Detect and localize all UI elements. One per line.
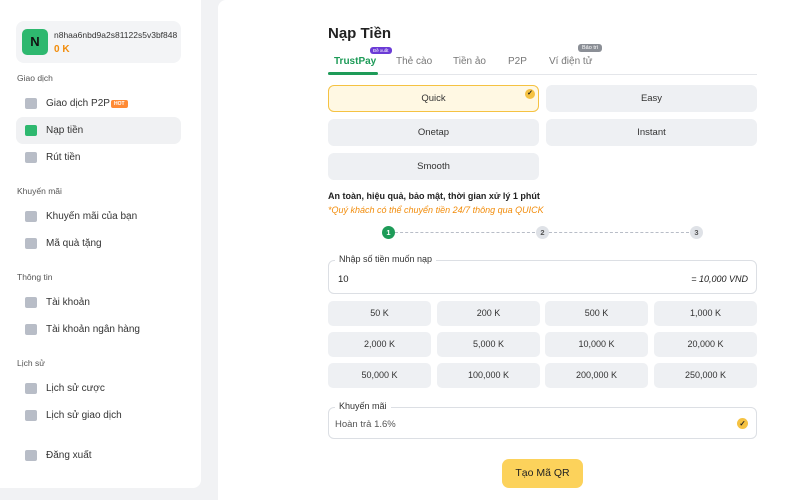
tabs-divider bbox=[328, 74, 757, 75]
sidebar-item-bank-account[interactable]: Tài khoản ngân hàng bbox=[16, 316, 181, 343]
page-title: Nạp Tiền bbox=[328, 25, 392, 42]
step-3: 3 bbox=[690, 226, 703, 239]
method-label: Instant bbox=[637, 127, 666, 138]
amount-input[interactable]: 10 bbox=[338, 274, 349, 285]
sidebar-item-deposit[interactable]: Nạp tiền bbox=[16, 117, 181, 144]
bet-history-icon bbox=[25, 383, 37, 394]
transaction-history-icon bbox=[25, 410, 37, 421]
amount-field[interactable]: Nhập số tiền muốn nạp 10 = 10,000 VND bbox=[328, 254, 757, 294]
promo-label: Khuyến mãi bbox=[335, 401, 391, 411]
sidebar-item-label: Nạp tiền bbox=[46, 125, 84, 136]
amount-option-50k[interactable]: 50 K bbox=[328, 301, 431, 326]
check-icon: ✓ bbox=[737, 418, 748, 429]
active-tab-indicator bbox=[328, 72, 378, 75]
info-text: An toàn, hiệu quả, bảo mật, thời gian xử… bbox=[328, 191, 540, 201]
section-title-transactions: Giao dịch bbox=[17, 73, 53, 83]
amount-option-200000k[interactable]: 200,000 K bbox=[545, 363, 648, 388]
user-card[interactable]: N n8haa6nbd9a2s81122s5v3bf848... 0 K bbox=[16, 21, 181, 63]
sidebar-item-label: Mã quà tặng bbox=[46, 238, 102, 249]
amount-converted: = 10,000 VND bbox=[691, 274, 748, 284]
sidebar: N n8haa6nbd9a2s81122s5v3bf848... 0 K Gia… bbox=[0, 0, 201, 488]
method-easy[interactable]: Easy bbox=[546, 85, 757, 112]
method-label: Quick bbox=[421, 93, 446, 104]
amount-option-10000k[interactable]: 10,000 K bbox=[545, 332, 648, 357]
main-panel: Nạp Tiền TrustPay Đề xuất Thẻ cào Tiền ả… bbox=[218, 0, 800, 500]
section-title-promotions: Khuyến mãi bbox=[17, 186, 62, 196]
sidebar-item-gift-code[interactable]: Mã quà tặng bbox=[16, 230, 181, 257]
sidebar-item-label: Rút tiền bbox=[46, 152, 81, 163]
promo-value: Hoàn trả 1.6% bbox=[335, 419, 396, 430]
sidebar-item-logout[interactable]: Đăng xuất bbox=[16, 442, 181, 469]
method-smooth[interactable]: Smooth bbox=[328, 153, 539, 180]
tab-scratch-card[interactable]: Thẻ cào bbox=[396, 56, 432, 67]
amount-option-2000k[interactable]: 2,000 K bbox=[328, 332, 431, 357]
sidebar-item-label: Đăng xuất bbox=[46, 450, 92, 461]
step-2: 2 bbox=[536, 226, 549, 239]
method-instant[interactable]: Instant bbox=[546, 119, 757, 146]
bank-icon bbox=[25, 324, 37, 335]
sidebar-item-withdraw[interactable]: Rút tiền bbox=[16, 144, 181, 171]
amount-option-500k[interactable]: 500 K bbox=[545, 301, 648, 326]
wallet-icon bbox=[25, 125, 37, 136]
gift-icon bbox=[25, 238, 37, 249]
sidebar-item-account[interactable]: Tài khoản bbox=[16, 289, 181, 316]
avatar: N bbox=[22, 29, 48, 55]
sidebar-item-bet-history[interactable]: Lịch sử cược bbox=[16, 375, 181, 402]
method-onetap[interactable]: Onetap bbox=[328, 119, 539, 146]
hot-badge: HOT bbox=[111, 100, 128, 108]
amount-label: Nhập số tiền muốn nạp bbox=[335, 254, 437, 264]
step-connector bbox=[549, 232, 689, 233]
sidebar-item-label: Tài khoản bbox=[46, 297, 90, 308]
tab-trustpay[interactable]: TrustPay bbox=[334, 56, 376, 67]
withdraw-icon bbox=[25, 152, 37, 163]
amount-option-200k[interactable]: 200 K bbox=[437, 301, 540, 326]
logout-icon bbox=[25, 450, 37, 461]
step-1: 1 bbox=[382, 226, 395, 239]
step-connector bbox=[395, 232, 535, 233]
method-label: Onetap bbox=[417, 127, 450, 138]
tab-crypto[interactable]: Tiền ảo bbox=[453, 56, 486, 67]
method-label: Smooth bbox=[417, 161, 450, 172]
tab-ewallet[interactable]: Ví điện tử bbox=[549, 56, 592, 67]
sidebar-item-label: Lịch sử giao dịch bbox=[46, 410, 122, 421]
amount-option-5000k[interactable]: 5,000 K bbox=[437, 332, 540, 357]
notice-text: *Quý khách có thể chuyển tiền 24/7 thông… bbox=[328, 205, 544, 215]
sidebar-item-transaction-history[interactable]: Lịch sử giao dịch bbox=[16, 402, 181, 429]
amount-option-100000k[interactable]: 100,000 K bbox=[437, 363, 540, 388]
sidebar-item-label: Khuyến mãi của bạn bbox=[46, 211, 138, 222]
sidebar-item-p2p[interactable]: Giao dịch P2P HOT bbox=[16, 90, 181, 117]
sidebar-item-label: Giao dịch P2P bbox=[46, 98, 110, 109]
maintenance-badge: Bảo trì bbox=[578, 44, 603, 52]
section-title-history: Lịch sử bbox=[17, 358, 45, 368]
promo-icon bbox=[25, 211, 37, 222]
sidebar-item-label: Tài khoản ngân hàng bbox=[46, 324, 140, 335]
promo-field[interactable]: Khuyến mãi Hoàn trả 1.6% ✓ bbox=[328, 401, 757, 439]
sidebar-item-your-promotions[interactable]: Khuyến mãi của bạn bbox=[16, 203, 181, 230]
exchange-icon bbox=[25, 98, 37, 109]
recommended-badge: Đề xuất bbox=[370, 47, 392, 54]
method-label: Easy bbox=[640, 93, 663, 104]
amount-option-20000k[interactable]: 20,000 K bbox=[654, 332, 757, 357]
create-qr-button[interactable]: Tạo Mã QR bbox=[502, 459, 583, 488]
amount-option-50000k[interactable]: 50,000 K bbox=[328, 363, 431, 388]
check-icon: ✓ bbox=[525, 89, 535, 99]
tab-p2p[interactable]: P2P bbox=[508, 56, 527, 67]
username: n8haa6nbd9a2s81122s5v3bf848... bbox=[54, 30, 178, 40]
user-icon bbox=[25, 297, 37, 308]
method-quick[interactable]: Quick ✓ bbox=[328, 85, 539, 112]
section-title-info: Thông tin bbox=[17, 272, 53, 282]
balance: 0 K bbox=[54, 44, 70, 55]
sidebar-item-label: Lịch sử cược bbox=[46, 383, 105, 394]
amount-option-1000k[interactable]: 1,000 K bbox=[654, 301, 757, 326]
amount-option-250000k[interactable]: 250,000 K bbox=[654, 363, 757, 388]
